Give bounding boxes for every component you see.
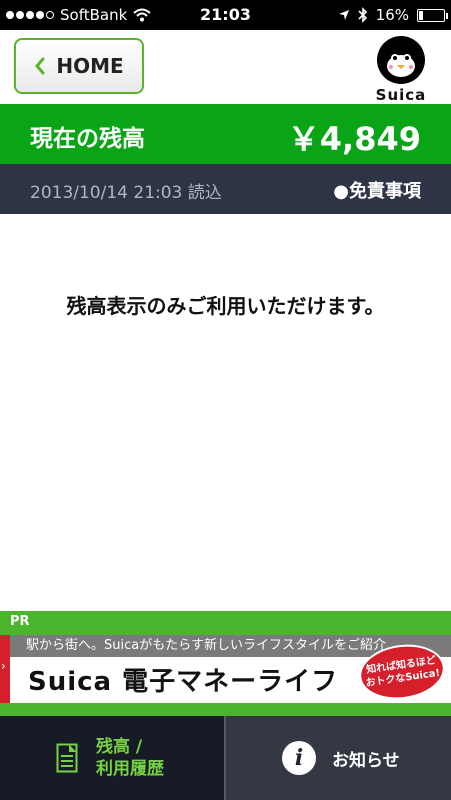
document-icon [56,743,78,773]
penguin-icon [377,36,425,84]
tab-balance-label: 残高 / 利用履歴 [96,736,164,780]
chevron-left-icon [35,57,45,75]
pr-label: PR [10,614,30,629]
suica-logo: Suica [371,36,431,104]
app-header: HOME Suica [0,30,451,104]
tab-news[interactable]: i お知らせ [226,716,451,800]
logo-text: Suica [375,86,427,104]
bottom-tab-bar: 残高 / 利用履歴 i お知らせ [0,716,451,800]
chevron-right-icon: › [1,659,6,673]
ad-red-tab: › [0,635,10,703]
home-button[interactable]: HOME [14,38,144,94]
tab-news-label: お知らせ [332,750,400,771]
status-right: 16% [338,6,448,24]
disclaimer-link[interactable]: ●免責事項 [333,177,421,203]
info-bar: 2013/10/14 21:03 読込 ●免責事項 [0,164,451,214]
bluetooth-icon [358,7,367,23]
balance-bar: 現在の残高 ￥4,849 [0,104,451,164]
balance-amount: ￥4,849 [287,120,421,158]
balance-label: 現在の残高 [30,126,145,152]
status-bar: SoftBank 21:03 16% [0,0,451,30]
tab-balance-line1: 残高 / [96,737,143,757]
tab-balance-history[interactable]: 残高 / 利用履歴 [0,716,224,800]
battery-percent: 16% [375,6,409,24]
ad-banner[interactable]: › 駅から街へ。Suicaがもたらす新しいライフスタイルをご紹介 Suica 電… [0,635,451,703]
pr-area: PR › 駅から街へ。Suicaがもたらす新しいライフスタイルをご紹介 Suic… [0,611,451,716]
balance-only-message: 残高表示のみご利用いただけます。 [66,294,385,318]
ad-headline: Suica 電子マネーライフ [28,667,339,697]
home-button-label: HOME [56,54,124,78]
location-icon [338,10,349,20]
battery-icon [417,8,448,22]
tab-balance-line2: 利用履歴 [96,759,164,779]
info-icon: i [282,741,316,775]
read-datetime: 2013/10/14 21:03 読込 [30,183,222,203]
